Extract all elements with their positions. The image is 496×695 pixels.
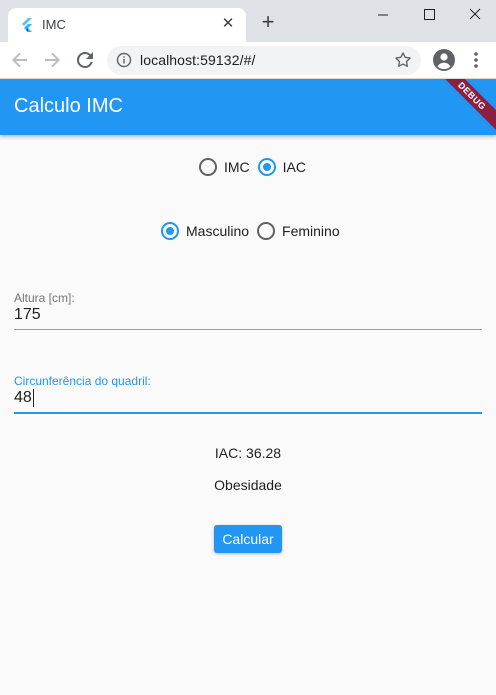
info-icon[interactable] [116, 52, 132, 68]
app-title: Calculo IMC [14, 95, 123, 117]
result-value: IAC: 36.28 [214, 445, 282, 461]
sex-radio-group: Masculino Feminino [161, 222, 348, 240]
mode-radio-group: IMC IAC [199, 158, 314, 176]
tab-title: IMC [42, 17, 66, 32]
radio-feminino-label[interactable]: Feminino [282, 223, 340, 239]
altura-input[interactable]: 175 [14, 306, 482, 326]
result-classification: Obesidade [214, 477, 282, 493]
debug-banner: DEBUG [431, 79, 496, 135]
profile-avatar-icon[interactable] [432, 48, 456, 72]
window-close-icon[interactable] [452, 0, 496, 30]
forward-arrow-icon[interactable] [40, 48, 64, 72]
reload-icon[interactable] [73, 48, 97, 72]
close-tab-icon[interactable]: ✕ [218, 14, 238, 34]
maximize-icon[interactable] [406, 0, 452, 30]
radio-imc-label[interactable]: IMC [224, 159, 250, 175]
radio-imc[interactable] [199, 158, 217, 176]
minimize-icon[interactable] [360, 0, 406, 30]
radio-feminino[interactable] [257, 222, 276, 240]
quadril-label: Circunferência do quadril: [14, 374, 151, 388]
flutter-logo-icon [22, 18, 32, 32]
radio-masculino-label[interactable]: Masculino [186, 223, 249, 239]
address-bar[interactable]: localhost:59132/#/ [107, 46, 421, 75]
altura-field[interactable]: Altura [cm]: 175 [14, 291, 482, 330]
browser-toolbar: localhost:59132/#/ [0, 42, 496, 79]
altura-underline [14, 329, 482, 330]
radio-iac[interactable] [257, 158, 276, 176]
radio-masculino[interactable] [161, 222, 179, 240]
back-arrow-icon[interactable] [8, 48, 32, 72]
browser-tab[interactable]: IMC ✕ [8, 8, 246, 42]
quadril-value[interactable]: 48 [14, 389, 32, 406]
text-caret [32, 389, 34, 407]
altura-label: Altura [cm]: [14, 291, 75, 305]
radio-iac-label[interactable]: IAC [283, 159, 306, 175]
new-tab-button[interactable]: + [257, 11, 279, 34]
quadril-input[interactable]: 48 [14, 389, 482, 409]
quadril-field[interactable]: Circunferência do quadril: 48 [14, 374, 482, 414]
url-text[interactable]: localhost:59132/#/ [140, 52, 255, 68]
calcular-button[interactable]: Calcular [214, 525, 282, 553]
bookmark-star-icon[interactable] [393, 50, 413, 70]
quadril-underline [14, 412, 482, 414]
app-bar: Calculo IMC DEBUG [0, 79, 496, 135]
more-menu-icon[interactable] [468, 48, 484, 72]
browser-titlebar: IMC ✕ + [0, 0, 496, 42]
